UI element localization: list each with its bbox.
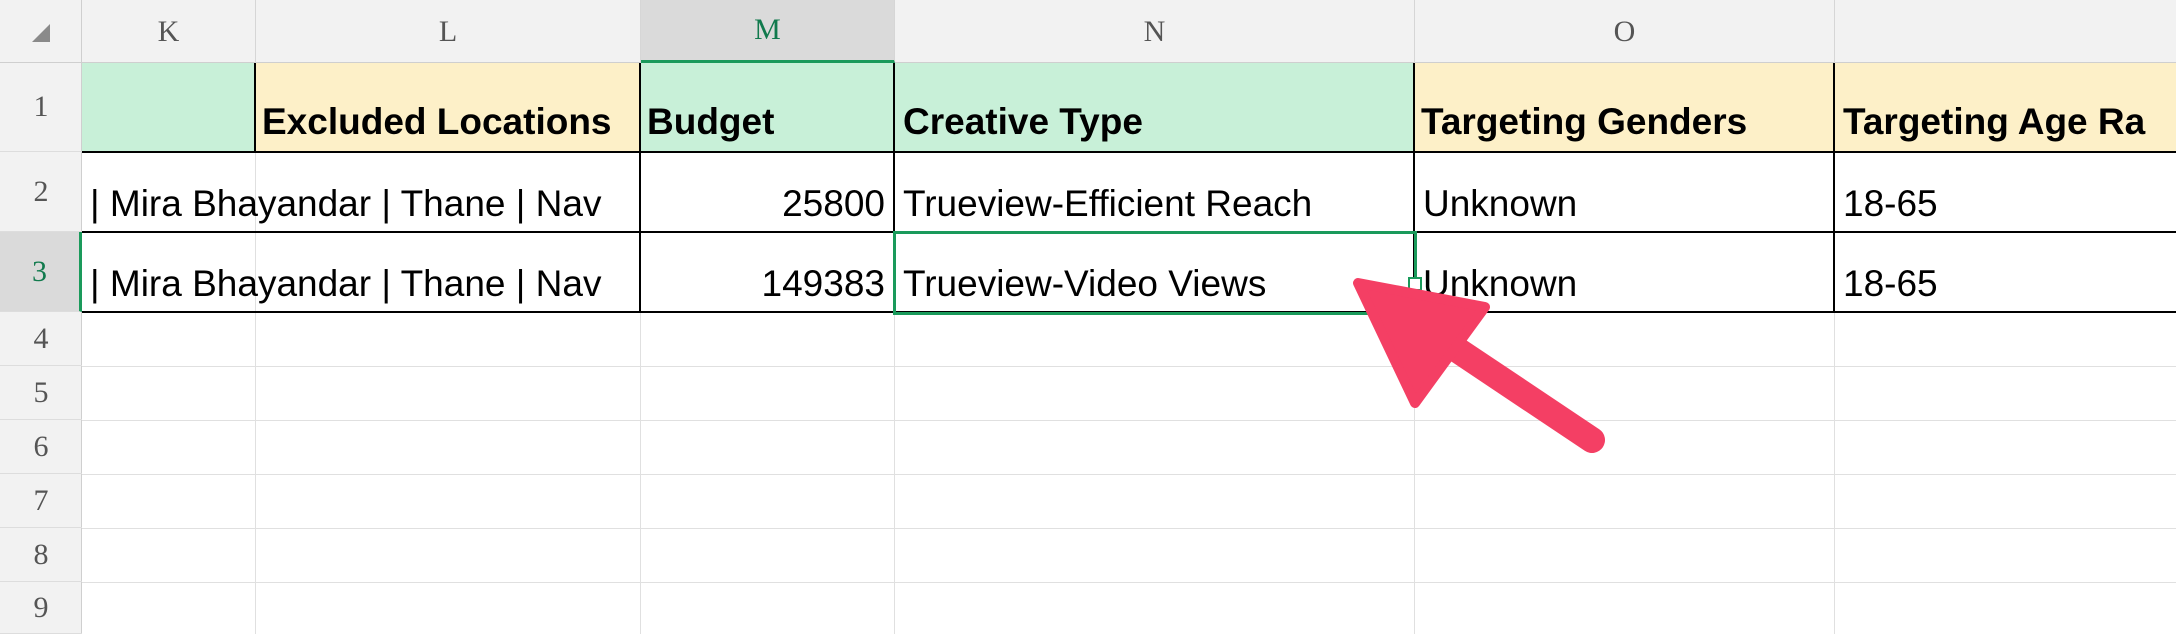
cell-N2[interactable]: Unknown <box>1415 153 1835 233</box>
row-header-3[interactable]: 3 <box>0 232 82 312</box>
arrow-annotation-icon <box>1353 278 1605 453</box>
cell-K3[interactable]: | Mira Bhayandar | Thane | Nav <box>82 233 641 313</box>
column-header-l[interactable]: L <box>256 0 641 63</box>
cell-O1[interactable]: Targeting Age Ra <box>1835 63 2176 153</box>
row-header-7[interactable]: 7 <box>0 474 82 528</box>
select-all-button[interactable] <box>0 0 82 63</box>
cell-M2[interactable]: Trueview-Efficient Reach <box>895 153 1415 233</box>
gridline <box>82 528 2176 529</box>
cell-L1[interactable]: Budget <box>641 63 895 153</box>
column-header-k[interactable]: K <box>82 0 256 63</box>
cell-M1[interactable]: Creative Type <box>895 63 1415 153</box>
cell-L2[interactable]: 25800 <box>641 153 895 233</box>
gridline <box>82 474 2176 475</box>
row-header-6[interactable]: 6 <box>0 420 82 474</box>
cell-O2[interactable]: 18-65 <box>1835 153 2176 233</box>
column-header-n[interactable]: N <box>895 0 1415 63</box>
row-header-1[interactable]: 1 <box>0 63 82 152</box>
cell-N1[interactable]: Targeting Genders <box>1415 63 1835 153</box>
cell-L3[interactable]: 149383 <box>641 233 895 313</box>
row-header-5[interactable]: 5 <box>0 366 82 420</box>
cell-K1[interactable] <box>82 63 256 153</box>
row-header-8[interactable]: 8 <box>0 528 82 582</box>
gridline <box>82 582 2176 583</box>
row-header-4[interactable]: 4 <box>0 312 82 366</box>
cell-O3[interactable]: 18-65 <box>1835 233 2176 313</box>
gridline <box>82 366 2176 367</box>
cell-K2[interactable]: | Mira Bhayandar | Thane | Nav <box>82 153 641 233</box>
select-all-icon <box>32 24 50 42</box>
selected-cell-outline <box>893 231 1417 315</box>
column-header-o[interactable]: O <box>1415 0 1835 63</box>
gridline <box>82 420 2176 421</box>
cell-K1-excluded-locations[interactable]: Excluded Locations <box>256 63 641 153</box>
column-header-m[interactable]: M <box>641 0 895 63</box>
row-header-2[interactable]: 2 <box>0 152 82 232</box>
row-header-9[interactable]: 9 <box>0 582 82 634</box>
